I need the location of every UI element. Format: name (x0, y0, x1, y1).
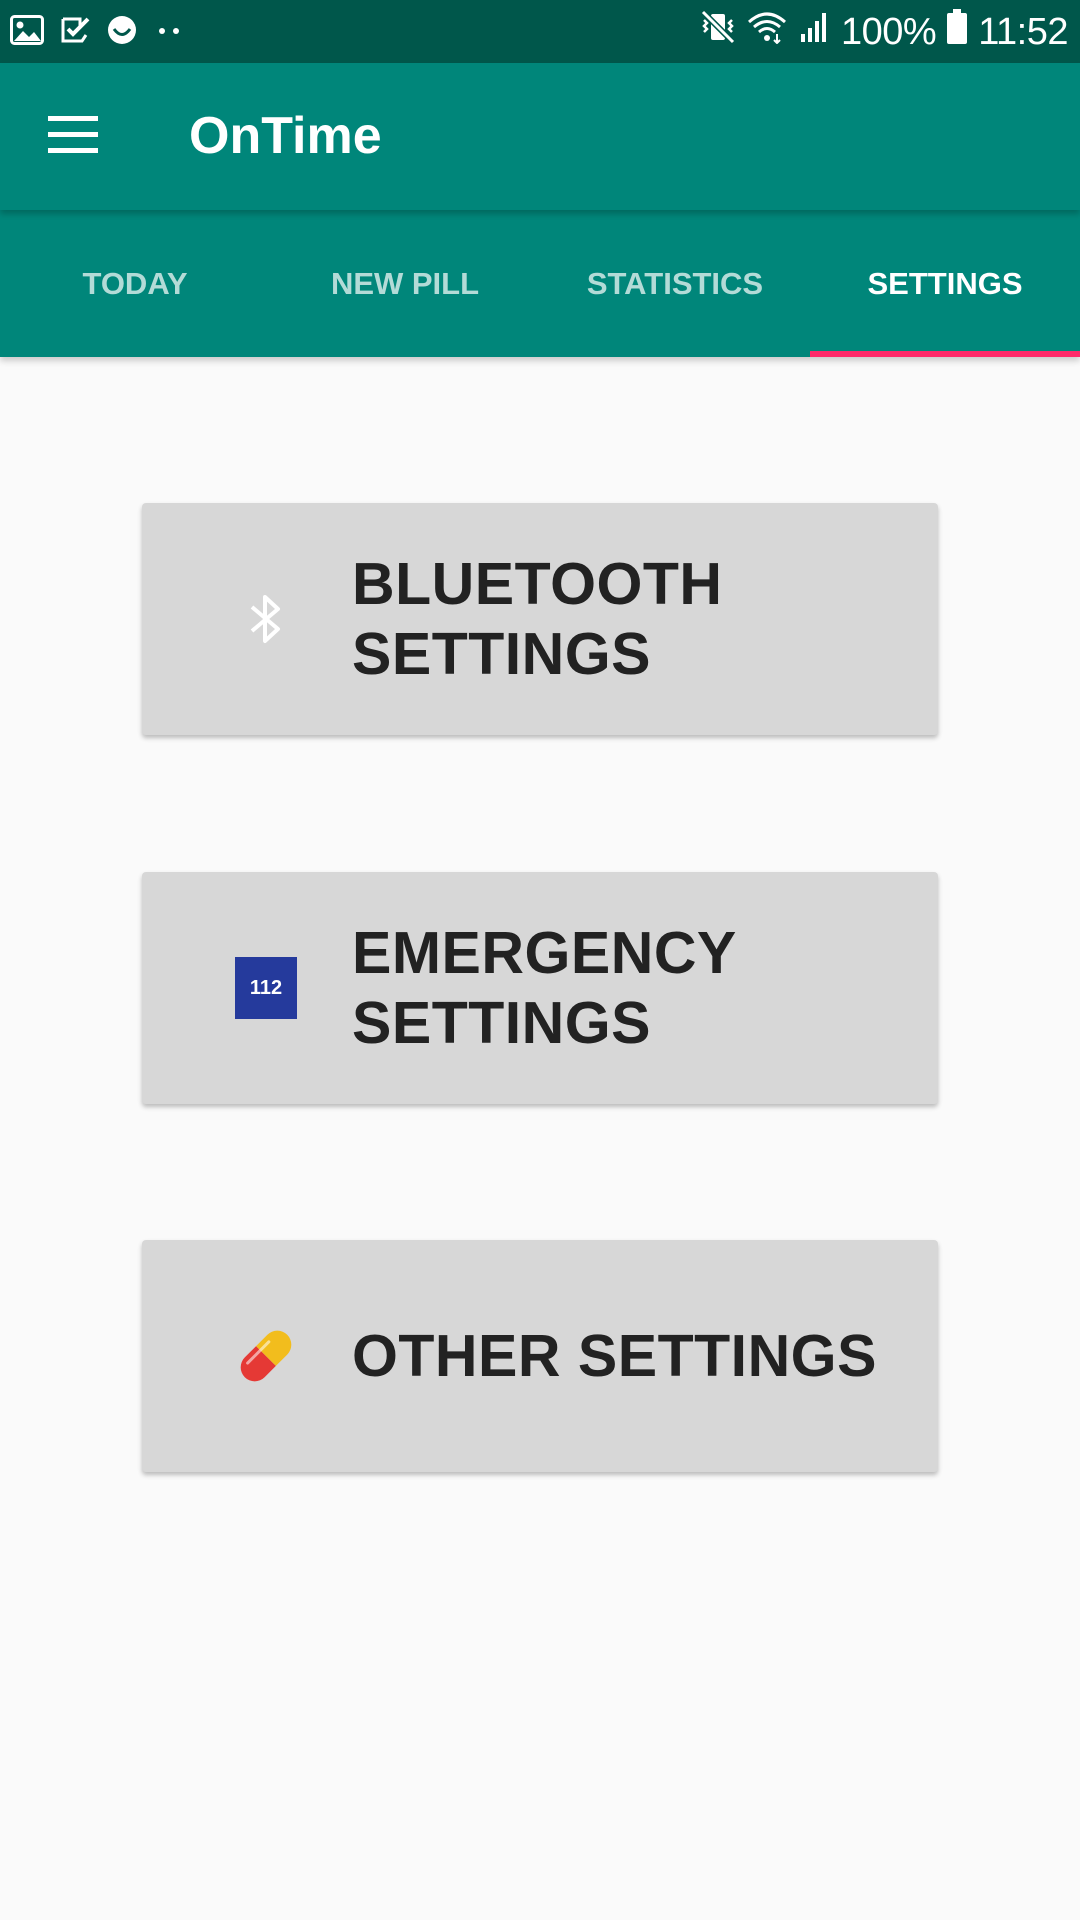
tab-today-label: TODAY (82, 265, 188, 301)
tab-statistics-label: STATISTICS (586, 265, 764, 301)
bluetooth-settings-label-line2: SETTINGS (352, 621, 652, 687)
bluetooth-settings-label: BLUETOOTH SETTINGS (352, 503, 922, 735)
tab-new-pill[interactable]: NEW PILL (270, 210, 540, 357)
app-bar: OnTime (0, 63, 1080, 210)
bluetooth-settings-button[interactable]: BLUETOOTH SETTINGS (142, 503, 938, 735)
tab-statistics[interactable]: STATISTICS (540, 210, 810, 357)
emergency-112-badge: 112 (235, 957, 297, 1019)
battery-percentage: 100% (841, 10, 937, 53)
emergency-112-icon: 112 (234, 956, 298, 1020)
vibrate-mute-icon (699, 9, 737, 54)
emergency-settings-label: EMERGENCY SETTINGS (352, 872, 922, 1104)
bluetooth-settings-label-line1: BLUETOOTH (352, 551, 723, 617)
other-settings-label: OTHER SETTINGS (352, 1240, 922, 1472)
signal-icon (797, 10, 831, 54)
more-dots-icon (154, 23, 184, 41)
tab-bar: TODAY NEW PILL STATISTICS SETTINGS (0, 210, 1080, 357)
other-settings-label-line1: OTHER SETTINGS (352, 1323, 877, 1389)
status-bar-system: 100% 11:52 (699, 8, 1068, 56)
other-settings-button[interactable]: OTHER SETTINGS (142, 1240, 938, 1472)
gallery-icon (10, 14, 44, 50)
navigation-menu-button[interactable] (28, 99, 118, 175)
status-bar-notifications (10, 12, 184, 52)
tab-today[interactable]: TODAY (0, 210, 270, 357)
pill-capsule-icon (234, 1324, 298, 1388)
tab-active-indicator (810, 351, 1080, 357)
wifi-icon (747, 10, 787, 54)
task-check-icon (60, 15, 90, 50)
emergency-settings-button[interactable]: 112 EMERGENCY SETTINGS (142, 872, 938, 1104)
app-title: OnTime (189, 107, 382, 165)
smiley-icon (106, 14, 138, 51)
tab-new-pill-label: NEW PILL (330, 265, 480, 301)
battery-icon (946, 9, 968, 55)
tab-settings-label: SETTINGS (867, 265, 1023, 301)
emergency-settings-label-line1: EMERGENCY (352, 920, 737, 986)
bluetooth-icon (234, 587, 298, 651)
tab-settings[interactable]: SETTINGS (810, 210, 1080, 357)
clock: 11:52 (978, 10, 1068, 53)
hamburger-menu-icon (48, 115, 98, 159)
emergency-settings-label-line2: SETTINGS (352, 990, 652, 1056)
status-bar: 100% 11:52 (0, 0, 1080, 63)
